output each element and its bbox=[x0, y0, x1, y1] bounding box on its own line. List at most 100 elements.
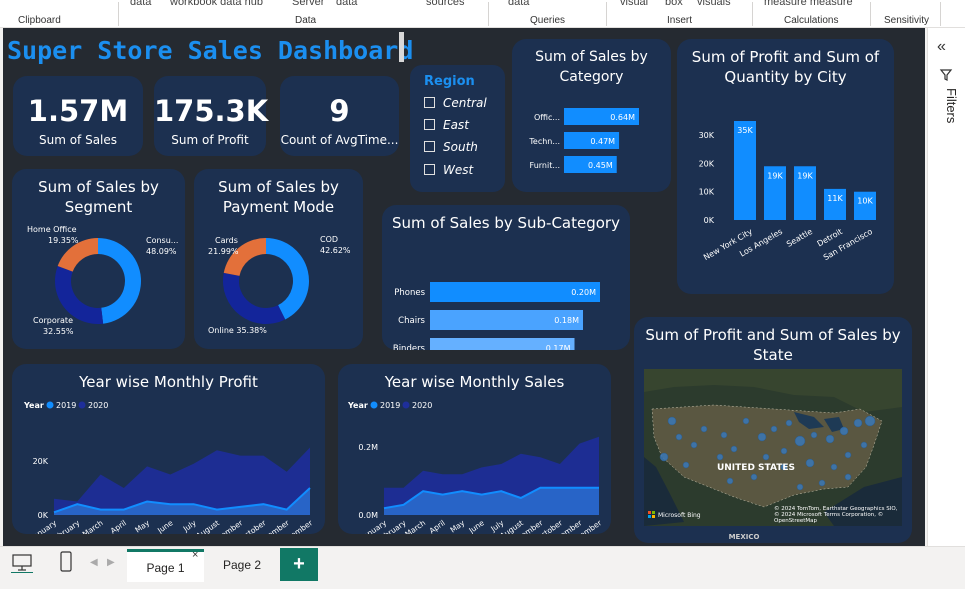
map-bubble[interactable] bbox=[690, 441, 698, 449]
mobile-view-icon[interactable] bbox=[59, 551, 73, 573]
ribbon-item[interactable]: workbook data hub bbox=[170, 0, 263, 8]
x-tick-label: Seattle bbox=[785, 227, 814, 249]
ribbon-item[interactable]: data bbox=[336, 0, 357, 8]
desktop-view-icon[interactable] bbox=[11, 553, 33, 573]
scroll-right-icon[interactable]: ▶ bbox=[107, 557, 115, 568]
data-label: 19K bbox=[767, 171, 783, 180]
legend-dot-2020 bbox=[402, 401, 410, 409]
text-cursor bbox=[399, 32, 404, 62]
segment-chart: Consu... 48.09% Corporate 32.55% Home Office… bbox=[27, 225, 178, 336]
kpi-card-count[interactable]: 9 Count of AvgTime... bbox=[280, 76, 399, 156]
map-bubble[interactable] bbox=[750, 473, 758, 481]
x-tick-label: June bbox=[467, 518, 487, 534]
sales-chart-card[interactable]: Year wise Monthly Sales Year 2019 2020 0… bbox=[338, 364, 611, 534]
data-label: 0.64M bbox=[610, 113, 635, 122]
data-label: 0.18M bbox=[554, 316, 579, 325]
profit-chart-card[interactable]: Year wise Monthly Profit Year 2019 2020 … bbox=[12, 364, 325, 534]
subcategory-chart-card[interactable]: Sum of Sales by Sub-Category Phones 0.20M… bbox=[382, 205, 630, 350]
map-bubble[interactable] bbox=[853, 418, 863, 428]
slicer-title: Region bbox=[424, 74, 475, 89]
ribbon-item[interactable]: data bbox=[508, 0, 529, 8]
map-bubble[interactable] bbox=[825, 434, 835, 444]
ribbon-group-label: Insert bbox=[667, 15, 693, 26]
ribbon-item[interactable]: sources bbox=[426, 0, 465, 8]
add-page-button[interactable]: + bbox=[280, 548, 318, 581]
checkbox[interactable] bbox=[424, 97, 435, 108]
kpi-label: Count of AvgTime... bbox=[280, 133, 399, 147]
tab-page-2[interactable]: Page 2 bbox=[204, 549, 280, 582]
ribbon-item[interactable]: box bbox=[665, 0, 683, 8]
map-bubble[interactable] bbox=[785, 419, 793, 427]
map-bubble[interactable] bbox=[730, 445, 738, 453]
city-chart: 30K20K10K0K 35KNew York City19KLos Angel… bbox=[699, 121, 876, 262]
map-bubble[interactable] bbox=[805, 458, 815, 468]
map-bubble[interactable] bbox=[675, 433, 683, 441]
ribbon-item[interactable]: Server bbox=[292, 0, 324, 8]
map-bubble[interactable] bbox=[762, 453, 770, 461]
map-bubble[interactable] bbox=[794, 435, 806, 447]
category-label: Offic... bbox=[534, 113, 560, 122]
collapse-icon[interactable]: « bbox=[937, 38, 946, 56]
map-bubble[interactable] bbox=[844, 451, 852, 459]
map-bubble[interactable] bbox=[726, 477, 734, 485]
scroll-left-icon[interactable]: ◀ bbox=[90, 557, 98, 568]
data-label: 11K bbox=[827, 194, 843, 203]
donut-slice[interactable] bbox=[98, 238, 141, 324]
map-bubble[interactable] bbox=[839, 426, 849, 436]
ribbon-item[interactable]: measure measure bbox=[764, 0, 853, 8]
dashboard-title[interactable]: Super Store Sales Dashboard bbox=[7, 36, 413, 65]
map-bubble[interactable] bbox=[742, 417, 750, 425]
ribbon-group-label: Sensitivity bbox=[884, 15, 930, 26]
slice-pct: 19.35% bbox=[48, 236, 79, 245]
map-bubble[interactable] bbox=[818, 479, 826, 487]
map-bing-label: Microsoft Bing bbox=[658, 512, 701, 519]
y-tick-label: 10K bbox=[699, 188, 715, 197]
kpi-value: 1.57M bbox=[27, 94, 129, 128]
map-bubble[interactable] bbox=[810, 431, 818, 439]
subcategory-label: Binders bbox=[393, 344, 426, 350]
map-bubble[interactable] bbox=[667, 416, 677, 426]
map-bubble[interactable] bbox=[860, 441, 868, 449]
x-tick-label: New York City bbox=[702, 227, 754, 262]
segment-chart-card[interactable]: Sum of Sales by Segment Consu... 48.09% Co… bbox=[12, 169, 185, 349]
ribbon-group-label: Data bbox=[295, 15, 317, 26]
filters-label[interactable]: Filters bbox=[935, 88, 959, 148]
kpi-card-sales[interactable]: 1.57M Sum of Sales bbox=[13, 76, 143, 156]
slice-label: Cards bbox=[215, 236, 238, 245]
payment-chart-card[interactable]: Sum of Sales by Payment Mode COD 42.62% On… bbox=[194, 169, 363, 349]
map-bubble[interactable] bbox=[864, 415, 876, 427]
kpi-value: 9 bbox=[329, 94, 350, 128]
city-chart-card[interactable]: Sum of Profit and Sum of Quantity by Cit… bbox=[677, 39, 894, 294]
data-label: 0.17M bbox=[546, 344, 571, 350]
map-bubble[interactable] bbox=[830, 463, 838, 471]
ribbon-item[interactable]: visual bbox=[620, 0, 648, 8]
x-tick-label: April bbox=[428, 518, 447, 534]
map-bubble[interactable] bbox=[770, 425, 778, 433]
map-bubble[interactable] bbox=[700, 425, 708, 433]
map-card[interactable]: Sum of Profit and Sum of Sales by State … bbox=[634, 317, 912, 543]
map-bubble[interactable] bbox=[780, 447, 788, 455]
map-bubble[interactable] bbox=[844, 473, 852, 481]
bing-logo-icon bbox=[648, 511, 651, 514]
city-bar[interactable] bbox=[734, 121, 756, 220]
map-bubble[interactable] bbox=[716, 453, 724, 461]
map-bubble[interactable] bbox=[757, 432, 767, 442]
ribbon-item[interactable]: visuals bbox=[697, 0, 731, 8]
state-map[interactable]: UNITED STATES MEXICO Microsoft Bing © 20… bbox=[634, 317, 912, 543]
checkbox[interactable] bbox=[424, 119, 435, 130]
kpi-card-profit[interactable]: 175.3K Sum of Profit bbox=[154, 76, 268, 156]
checkbox[interactable] bbox=[424, 164, 435, 175]
map-bubble[interactable] bbox=[682, 461, 690, 469]
checkbox[interactable] bbox=[424, 141, 435, 152]
map-bubble[interactable] bbox=[796, 483, 804, 491]
map-bubble[interactable] bbox=[659, 452, 669, 462]
ribbon-item[interactable]: data bbox=[130, 0, 151, 8]
y-tick-label: 0.0M bbox=[358, 511, 378, 520]
category-chart-card[interactable]: Sum of Sales by Category Offic... 0.64M Te… bbox=[512, 39, 671, 192]
y-tick-label: 30K bbox=[699, 131, 715, 140]
filters-pane[interactable]: « Filters bbox=[927, 28, 965, 546]
map-bubble[interactable] bbox=[720, 431, 728, 439]
donut-slice[interactable] bbox=[223, 272, 286, 324]
close-tab-icon[interactable]: × bbox=[192, 549, 198, 561]
map-attribution[interactable]: © 2024 TomTom, Earthstar Geographics SIO… bbox=[774, 506, 904, 524]
